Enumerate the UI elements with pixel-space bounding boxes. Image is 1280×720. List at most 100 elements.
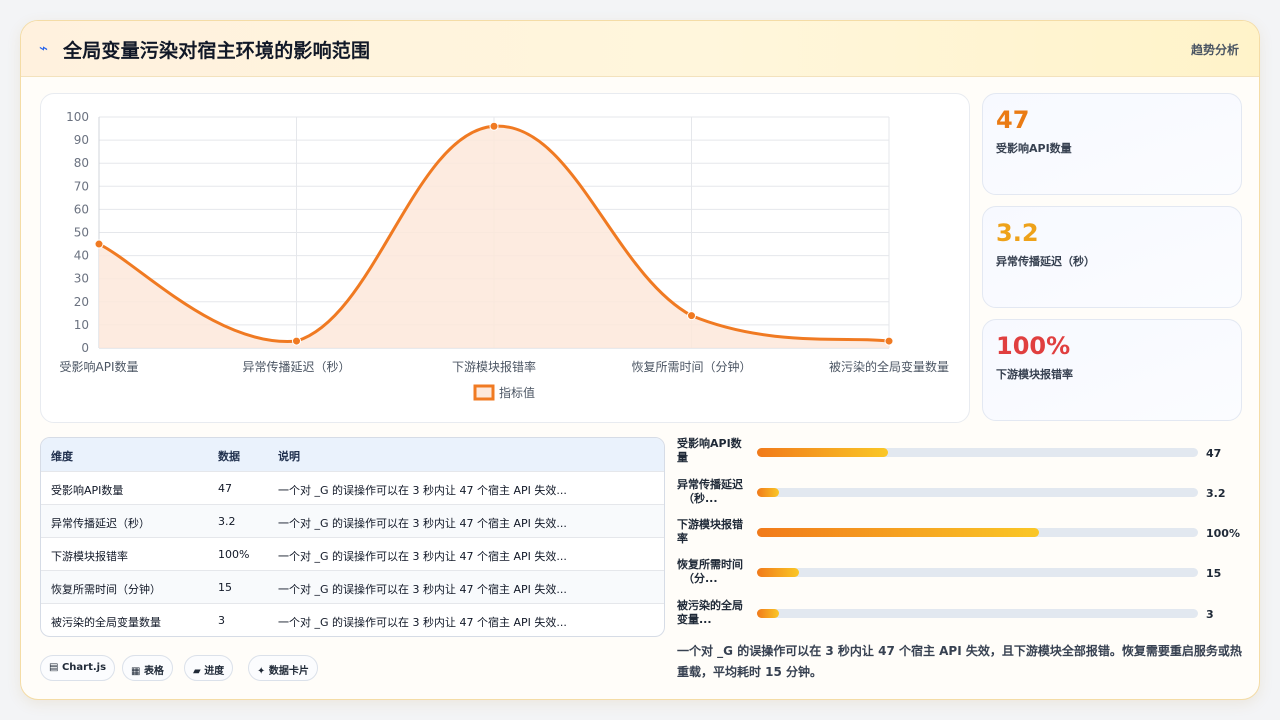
chip-label: 进度: [204, 666, 225, 677]
data-point: [489, 121, 499, 131]
stat-card-error-rate: 100% 下游模块报错率: [982, 319, 1242, 421]
chip-data-cards[interactable]: ✦ 数据卡片: [248, 655, 318, 681]
progress-track: [757, 568, 1198, 577]
progress-value: 15: [1206, 567, 1222, 580]
progress-label-line: 率: [677, 532, 688, 545]
table-cell: 15: [218, 581, 232, 594]
x-tick-label: 下游模块报错率: [452, 359, 536, 374]
table-cell: 下游模块报错率: [51, 550, 128, 563]
progress-row: 异常传播延迟 （秒... 3.2: [677, 478, 1247, 512]
chip-chartjs[interactable]: ▤ Chart.js: [40, 655, 116, 681]
progress-fill: [757, 448, 888, 457]
chip-table[interactable]: ▦ 表格: [122, 655, 173, 681]
progress-label: 恢复所需时间 （分...: [677, 558, 753, 586]
table-header-dimension: 维度: [51, 450, 73, 463]
progress-row: 被污染的全局 变量... 3: [677, 599, 1247, 633]
table-cell: 异常传播延迟（秒）: [51, 517, 150, 530]
y-tick-label: 20: [74, 295, 89, 309]
table-row[interactable]: 被污染的全局变量数量 3 一个对 _G 的误操作可以在 3 秒内让 47 个宿主…: [41, 603, 664, 636]
table-cell: 受影响API数量: [51, 484, 124, 497]
table-cell: 100%: [218, 548, 250, 561]
progress-row: 恢复所需时间 （分... 15: [677, 558, 1247, 592]
table-cell: 3.2: [218, 515, 236, 528]
y-tick-label: 70: [74, 179, 89, 193]
chip-label: Chart.js: [61, 662, 107, 673]
x-tick-label: 受影响API数量: [60, 359, 139, 374]
sparkle-icon: ✦: [257, 666, 266, 677]
y-tick-label: 10: [74, 318, 89, 332]
stat-value: 100%: [996, 332, 1071, 360]
dashboard-card: ⌁ 全局变量污染对宿主环境的影响范围 趋势分析 0 10 20 30 40 50 60 70 8…: [20, 20, 1260, 700]
lightning-icon: ⌁: [39, 39, 49, 57]
progress-label-line: 下游模块报错: [677, 518, 743, 531]
stat-card-api: 47 受影响API数量: [982, 93, 1242, 195]
line-chart: 0 10 20 30 40 50 60 70 80 90 100 受影响API数量 异常传播延迟（秒） 下…: [60, 110, 949, 401]
progress-label-line: 量: [677, 451, 688, 464]
progress-fill: [757, 528, 1040, 537]
progress-fill: [757, 609, 780, 618]
table-cell: 47: [218, 482, 232, 495]
progress-label-line: （秒...: [683, 492, 718, 505]
progress-label: 下游模块报错 率: [677, 518, 753, 546]
progress-label-line: 变量...: [677, 613, 712, 626]
chip-progress[interactable]: ▰ 进度: [184, 655, 234, 681]
progress-fill: [757, 488, 780, 497]
progress-label-line: 受影响API数: [677, 437, 742, 450]
y-tick-label: 80: [74, 156, 89, 170]
progress-label-line: （分...: [683, 572, 718, 585]
trend-analysis-link[interactable]: 趋势分析: [1191, 41, 1239, 58]
x-tick-label: 被污染的全局变量数量: [829, 359, 949, 374]
x-tick-label: 恢复所需时间（分钟）: [631, 359, 751, 374]
stat-value: 3.2: [996, 219, 1039, 247]
y-tick-label: 90: [74, 133, 89, 147]
y-tick-label: 60: [74, 202, 89, 216]
table-header-data: 数据: [218, 450, 240, 463]
table-row[interactable]: 下游模块报错率 100% 一个对 _G 的误操作可以在 3 秒内让 47 个宿主…: [41, 537, 664, 570]
progress-label-line: 异常传播延迟: [677, 478, 743, 491]
stat-label: 下游模块报错率: [996, 368, 1073, 381]
y-tick-label: 30: [74, 272, 89, 286]
progress-value: 3.2: [1206, 487, 1226, 500]
progress-label: 受影响API数 量: [677, 437, 753, 465]
data-point: [292, 336, 301, 346]
progress-label: 异常传播延迟 （秒...: [677, 478, 753, 506]
table-row[interactable]: 受影响API数量 47 一个对 _G 的误操作可以在 3 秒内让 47 个宿主 …: [41, 471, 664, 504]
table-row[interactable]: 恢复所需时间（分钟） 15 一个对 _G 的误操作可以在 3 秒内让 47 个宿…: [41, 570, 664, 603]
table-cell: 3: [218, 614, 225, 627]
chart-icon: ▤: [49, 662, 59, 673]
progress-track: [757, 448, 1198, 457]
progress-track: [757, 488, 1198, 497]
stat-label: 受影响API数量: [996, 142, 1072, 155]
table-header-row: 维度 数据 说明: [41, 438, 664, 471]
table-cell: 一个对 _G 的误操作可以在 3 秒内让 47 个宿主 API 失效...: [278, 517, 567, 530]
progress-value: 100%: [1206, 527, 1240, 540]
progress-value: 47: [1206, 447, 1222, 460]
table-icon: ▦: [131, 666, 141, 677]
header: ⌁ 全局变量污染对宿主环境的影响范围 趋势分析: [21, 21, 1259, 77]
table-cell: 一个对 _G 的误操作可以在 3 秒内让 47 个宿主 API 失效...: [278, 616, 567, 629]
progress-row: 受影响API数 量 47: [677, 437, 1247, 471]
summary-text: 一个对 _G 的误操作可以在 3 秒内让 47 个宿主 API 失效，且下游模块…: [677, 644, 1242, 679]
table-cell: 一个对 _G 的误操作可以在 3 秒内让 47 个宿主 API 失效...: [278, 550, 567, 563]
y-tick-label: 50: [74, 226, 89, 240]
y-tick-label: 40: [74, 249, 89, 263]
stat-value: 47: [996, 106, 1030, 134]
progress-fill: [757, 568, 799, 577]
data-table: 维度 数据 说明 受影响API数量 47 一个对 _G 的误操作可以在 3 秒内…: [40, 437, 665, 637]
y-tick-label: 100: [66, 110, 89, 124]
page-title: 全局变量污染对宿主环境的影响范围: [63, 40, 371, 62]
chip-label: 表格: [143, 666, 164, 677]
table-row[interactable]: 异常传播延迟（秒） 3.2 一个对 _G 的误操作可以在 3 秒内让 47 个宿…: [41, 504, 664, 537]
progress-row: 下游模块报错 率 100%: [677, 518, 1247, 552]
legend-label: 指标值: [499, 385, 535, 400]
table-cell: 一个对 _G 的误操作可以在 3 秒内让 47 个宿主 API 失效...: [278, 484, 567, 497]
table-cell: 恢复所需时间（分钟）: [51, 583, 161, 596]
progress-label-line: 被污染的全局: [677, 599, 743, 612]
y-tick-label: 0: [81, 341, 89, 355]
data-point: [94, 239, 104, 249]
chip-label: 数据卡片: [268, 666, 309, 677]
progress-track: [757, 528, 1198, 537]
data-point: [687, 311, 696, 321]
x-tick-label: 异常传播延迟（秒）: [242, 359, 350, 374]
data-point: [884, 336, 894, 346]
